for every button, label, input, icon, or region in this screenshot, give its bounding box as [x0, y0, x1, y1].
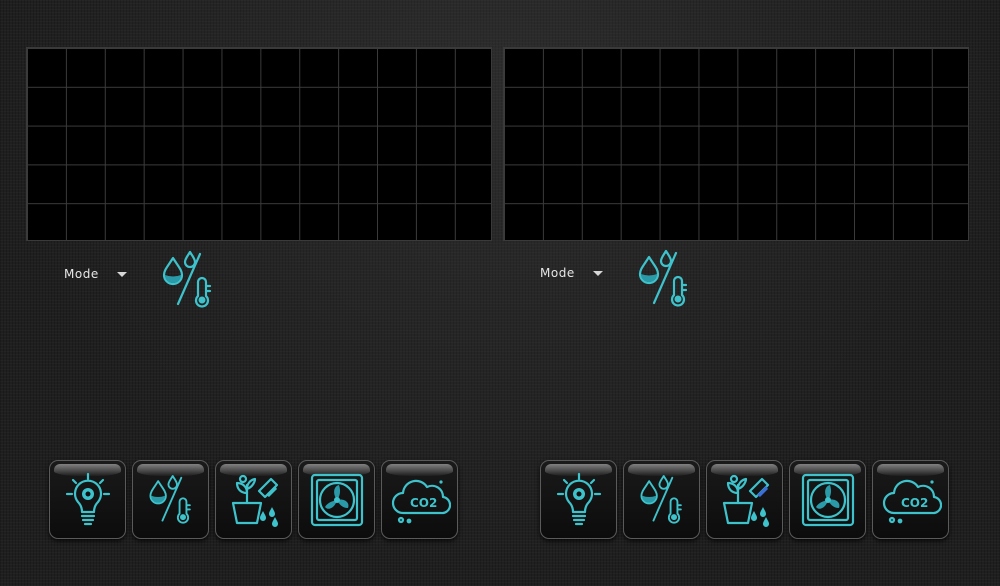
chart-panel-left	[26, 47, 492, 241]
co2-button[interactable]: CO2	[872, 460, 949, 539]
mode-label: Mode	[64, 267, 99, 281]
light-bulb-gear-icon	[65, 472, 110, 525]
co2-cloud-icon: CO2	[391, 479, 451, 523]
co2-cloud-icon: CO2	[882, 479, 942, 523]
plant-watering-icon	[231, 474, 278, 527]
humidity-temperature-icon	[148, 474, 191, 524]
humidity-button[interactable]	[132, 460, 209, 539]
co2-button[interactable]: CO2	[381, 460, 458, 539]
mode-dropdown-left[interactable]: Mode	[64, 267, 127, 281]
light-bulb-gear-icon	[556, 472, 601, 525]
control-dock-left: CO2	[49, 460, 458, 539]
caret-down-icon	[116, 271, 127, 277]
mode-label: Mode	[540, 266, 575, 280]
humidity-button[interactable]	[623, 460, 700, 539]
plant-watering-icon	[722, 474, 769, 527]
caret-down-icon	[592, 270, 603, 276]
humidity-temperature-icon	[639, 474, 682, 524]
humidity-temperature-icon	[638, 249, 688, 307]
fan-icon	[310, 473, 363, 526]
irrigation-button[interactable]	[215, 460, 292, 539]
irrigation-button[interactable]	[706, 460, 783, 539]
lighting-button[interactable]	[540, 460, 617, 539]
co2-text: CO2	[901, 496, 928, 510]
ventilation-button[interactable]	[789, 460, 866, 539]
fan-icon	[801, 473, 854, 526]
lighting-button[interactable]	[49, 460, 126, 539]
ventilation-button[interactable]	[298, 460, 375, 539]
humidity-temperature-icon	[162, 250, 212, 308]
control-dock-right: CO2	[540, 460, 949, 539]
chart-panel-right	[503, 47, 969, 241]
co2-text: CO2	[410, 496, 437, 510]
mode-dropdown-right[interactable]: Mode	[540, 266, 603, 280]
